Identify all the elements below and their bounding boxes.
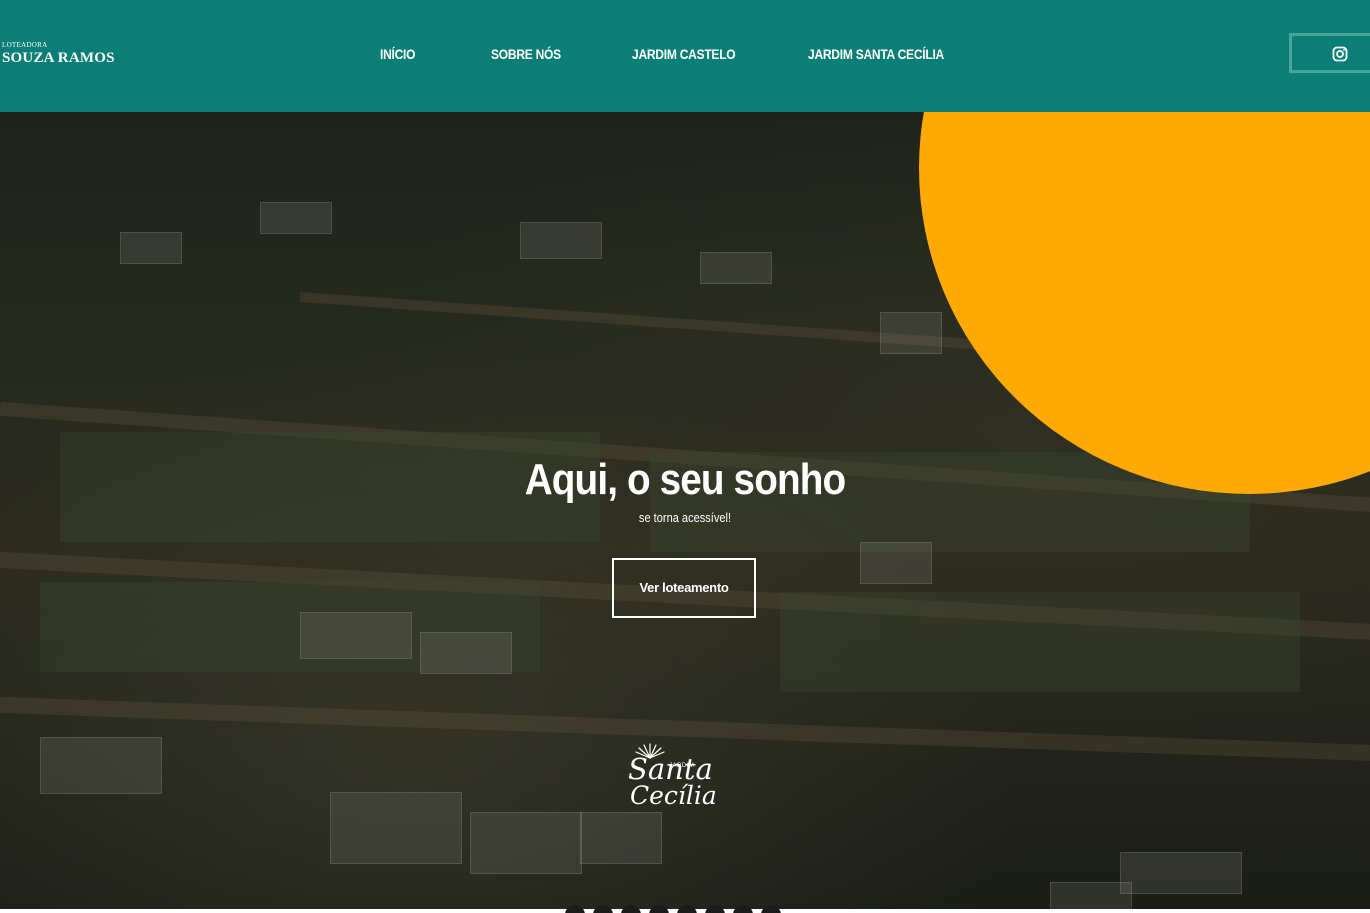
hero-subtitle: se torna acessível! [638, 510, 732, 525]
page: LOTEADORA SOUZA RAMOS INÍCIO SOBRE NÓS J… [0, 0, 1370, 913]
ver-loteamento-button[interactable]: Ver loteamento [612, 558, 756, 618]
instagram-button[interactable] [1289, 33, 1370, 73]
hero-title: Aqui, o seu sonho [524, 455, 846, 504]
nav-item-jardim-santa-cecilia[interactable]: JARDIM SANTA CECÍLIA [808, 46, 944, 62]
instagram-icon [1332, 46, 1348, 62]
decorative-yellow-circle [919, 112, 1370, 494]
logo-tagline: LOTEADORA [2, 41, 48, 49]
logo-santa: Santa [628, 752, 713, 786]
nav-item-sobre-nos[interactable]: SOBRE NÓS [491, 46, 561, 62]
site-logo[interactable]: LOTEADORA SOUZA RAMOS [2, 41, 115, 67]
nav-item-inicio[interactable]: INÍCIO [380, 46, 416, 62]
hero-section: Aqui, o seu sonho se torna acessível! Ve… [0, 112, 1370, 909]
logo-name: SOUZA RAMOS [2, 50, 115, 66]
logo-cecilia: Cecília [630, 781, 717, 810]
site-header: LOTEADORA SOUZA RAMOS INÍCIO SOBRE NÓS J… [0, 0, 1370, 112]
jardim-santa-cecilia-logo: JARDIM Santa Cecília [626, 740, 761, 820]
next-section-heading-peek [565, 903, 805, 913]
nav-item-jardim-castelo[interactable]: JARDIM CASTELO [632, 46, 736, 62]
